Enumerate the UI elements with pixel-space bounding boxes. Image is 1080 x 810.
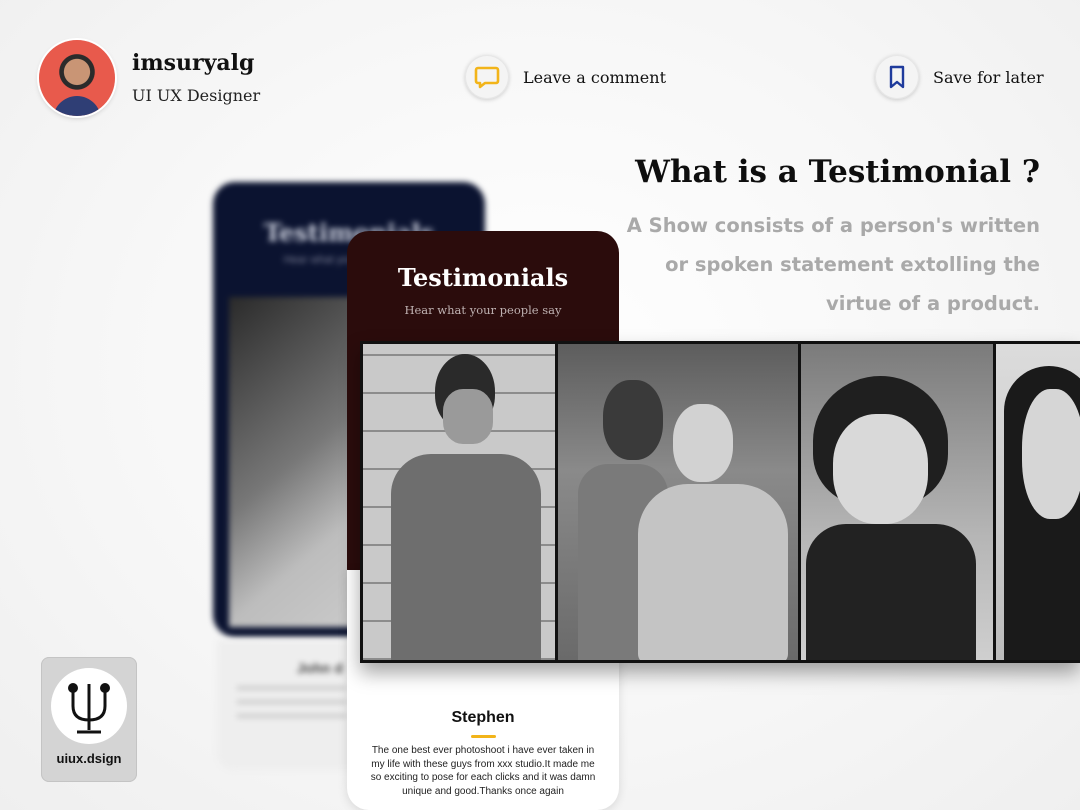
testimonial-photo[interactable]	[363, 344, 555, 660]
save-for-later-button[interactable]: Save for later	[875, 55, 1044, 99]
photo-head	[603, 380, 663, 460]
testimonial-name: Stephen	[451, 709, 515, 726]
back-card-name: John d	[297, 660, 343, 676]
photo-head	[673, 404, 733, 482]
avatar[interactable]	[39, 40, 115, 116]
psi-logo-icon	[51, 668, 127, 744]
bookmark-icon	[875, 55, 919, 99]
testimonial-photo[interactable]	[801, 344, 993, 660]
front-card-title: Testimonials	[397, 263, 569, 292]
username[interactable]: imsuryalg	[132, 50, 254, 76]
photo-jacket	[806, 524, 976, 660]
photo-face	[1022, 389, 1080, 519]
photo-face	[443, 389, 493, 444]
save-for-later-label: Save for later	[933, 67, 1044, 87]
back-card-text-line	[237, 700, 347, 704]
description-line: A Show consists of a person's written	[626, 214, 1040, 237]
front-card-subtitle: Hear what your people say	[404, 303, 562, 317]
back-card-text-line	[237, 686, 347, 690]
description-line: or spoken statement extolling the	[665, 253, 1040, 276]
testimonial-photo[interactable]	[996, 344, 1080, 660]
photo-face	[833, 414, 928, 524]
photo-shirt	[391, 454, 541, 660]
avatar-shirt	[53, 96, 101, 116]
photo-carousel[interactable]	[360, 341, 1080, 663]
testimonial-photo[interactable]	[558, 344, 798, 660]
logo-text: uiux.dsign	[56, 751, 122, 766]
back-card-footer: John d	[217, 640, 367, 770]
user-role: UI UX Designer	[132, 86, 261, 105]
testimonial-quote: The one best ever photoshoot i have ever…	[370, 745, 596, 797]
leave-comment-label: Leave a comment	[523, 67, 666, 87]
brand-logo[interactable]: uiux.dsign	[41, 657, 137, 782]
description-line: virtue of a product.	[826, 292, 1040, 315]
description: A Show consists of a person's written or…	[620, 206, 1040, 323]
comment-icon	[465, 55, 509, 99]
photo-dress	[638, 484, 788, 660]
back-card-text-line	[237, 714, 347, 718]
page-title: What is a Testimonial ?	[635, 154, 1040, 190]
leave-comment-button[interactable]: Leave a comment	[465, 55, 666, 99]
name-underline	[471, 735, 496, 738]
